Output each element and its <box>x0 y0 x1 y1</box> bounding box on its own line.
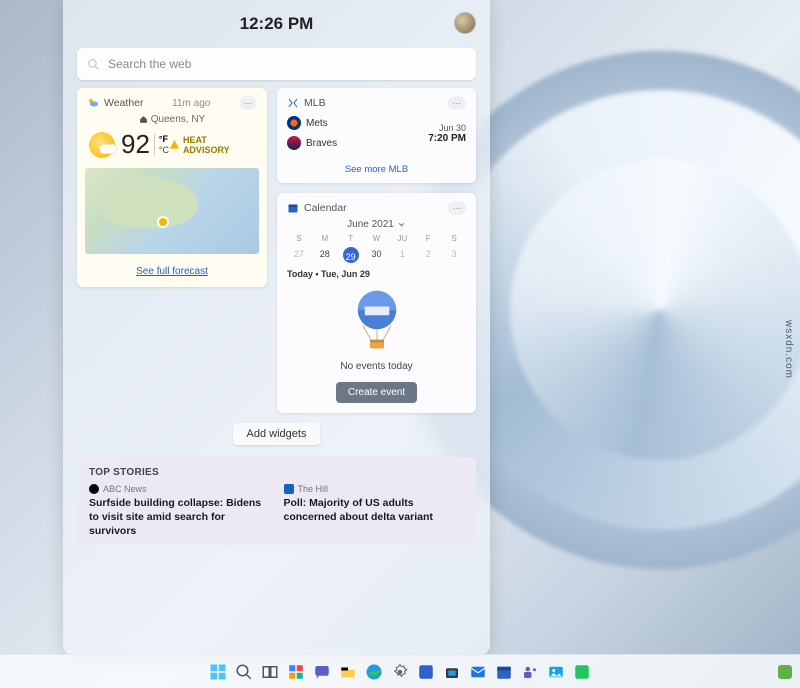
store-button[interactable] <box>442 662 462 682</box>
panel-header: 12:26 PM <box>77 8 476 40</box>
balloon-icon <box>349 289 405 359</box>
cal-day[interactable]: 28 <box>313 247 337 263</box>
taskview-button[interactable] <box>260 662 280 682</box>
start-button[interactable] <box>208 662 228 682</box>
weather-icon <box>87 97 99 109</box>
create-event-button[interactable]: Create event <box>336 382 417 403</box>
mlb-widget[interactable]: MLB ⋯ Mets Braves Jun 307:20 PM See more… <box>277 88 476 183</box>
braves-logo-icon <box>287 136 301 150</box>
sun-cloud-icon <box>89 132 115 158</box>
map-pin-icon <box>157 216 169 228</box>
story-2[interactable]: The Hill Poll: Majority of US adults con… <box>284 484 465 539</box>
calendar-dow-row: SMTWJUFS <box>287 234 466 243</box>
widgets-button[interactable] <box>286 662 306 682</box>
cal-dow: W <box>365 234 389 243</box>
mlb-team-2: Braves <box>287 136 337 150</box>
calendar-days-row[interactable]: 2728 29 30123 <box>287 247 466 263</box>
avatar[interactable] <box>454 12 476 34</box>
cal-day[interactable]: 29 <box>343 247 359 263</box>
story-source: The Hill <box>298 484 329 494</box>
calendar-empty-illustration: No events today <box>287 283 466 374</box>
mlb-team-1: Mets <box>287 116 337 130</box>
cal-dow: JU <box>390 234 414 243</box>
clock: 12:26 PM <box>240 14 314 34</box>
story-headline: Surfside building collapse: Bidens to vi… <box>89 496 270 539</box>
tray-icon[interactable] <box>778 665 792 679</box>
explorer-button[interactable] <box>338 662 358 682</box>
mlb-link[interactable]: See more MLB <box>287 156 466 175</box>
home-icon <box>139 115 148 124</box>
chevron-down-icon <box>397 220 406 229</box>
calendar-widget[interactable]: Calendar ⋯ June 2021 SMTWJUFS 2728293012… <box>277 193 476 413</box>
cal-dow: M <box>313 234 337 243</box>
calendar-icon <box>287 202 299 214</box>
thehill-logo-icon <box>284 484 294 494</box>
top-stories-section: TOP STORIES ABC News Surfside building c… <box>77 457 476 545</box>
top-stories-heading: TOP STORIES <box>89 467 464 478</box>
calendar-today-label: Today • Tue, Jun 29 <box>287 269 466 279</box>
cal-day[interactable]: 3 <box>442 247 466 263</box>
cal-dow: T <box>339 234 363 243</box>
photos-button[interactable] <box>546 662 566 682</box>
taskbar <box>0 654 800 688</box>
story-1[interactable]: ABC News Surfside building collapse: Bid… <box>89 484 270 539</box>
cal-day[interactable]: 2 <box>416 247 440 263</box>
app-green[interactable] <box>572 662 592 682</box>
cal-dow: S <box>287 234 311 243</box>
story-headline: Poll: Majority of US adults concerned ab… <box>284 496 465 524</box>
cal-day[interactable]: 30 <box>365 247 389 263</box>
weather-map[interactable] <box>85 168 259 254</box>
calendar-more-button[interactable]: ⋯ <box>448 201 466 215</box>
no-events-label: No events today <box>340 361 412 372</box>
settings-button[interactable] <box>390 662 410 682</box>
calendar-taskbar-button[interactable] <box>494 662 514 682</box>
mets-logo-icon <box>287 116 301 130</box>
warning-icon <box>169 139 180 150</box>
app-blue[interactable] <box>416 662 436 682</box>
teams-button[interactable] <box>520 662 540 682</box>
forecast-link[interactable]: See full forecast <box>87 260 257 279</box>
widgets-panel: 12:26 PM Search the web Weather 11m ago … <box>63 0 490 655</box>
watermark: wsxdn.com <box>783 320 794 379</box>
weather-advisory[interactable]: HEAT ADVISORY <box>169 135 255 155</box>
abc-logo-icon <box>89 484 99 494</box>
mlb-more-button[interactable]: ⋯ <box>448 96 466 110</box>
cal-dow: S <box>442 234 466 243</box>
weather-temp: 92 °F°C <box>89 129 169 160</box>
search-placeholder: Search the web <box>108 57 191 71</box>
weather-title: Weather <box>87 97 144 109</box>
mlb-title: MLB <box>287 97 326 109</box>
weather-location[interactable]: Queens, NY <box>87 114 257 125</box>
cal-dow: F <box>416 234 440 243</box>
system-tray[interactable] <box>778 665 792 679</box>
edge-button[interactable] <box>364 662 384 682</box>
search-icon <box>87 58 100 71</box>
cal-day[interactable]: 27 <box>287 247 311 263</box>
add-widgets-button[interactable]: Add widgets <box>233 423 321 445</box>
story-source: ABC News <box>103 484 147 494</box>
weather-more-button[interactable]: ⋯ <box>239 96 257 110</box>
calendar-title: Calendar <box>287 202 347 214</box>
calendar-month-picker[interactable]: June 2021 <box>287 219 466 230</box>
weather-time: 11m ago <box>172 98 210 109</box>
weather-widget[interactable]: Weather 11m ago ⋯ Queens, NY 92 °F°C <box>77 88 267 287</box>
mlb-game-time: Jun 307:20 PM <box>428 123 466 144</box>
search-button[interactable] <box>234 662 254 682</box>
mail-button[interactable] <box>468 662 488 682</box>
mlb-icon <box>287 97 299 109</box>
search-input[interactable]: Search the web <box>77 48 476 80</box>
cal-day[interactable]: 1 <box>390 247 414 263</box>
chat-button[interactable] <box>312 662 332 682</box>
